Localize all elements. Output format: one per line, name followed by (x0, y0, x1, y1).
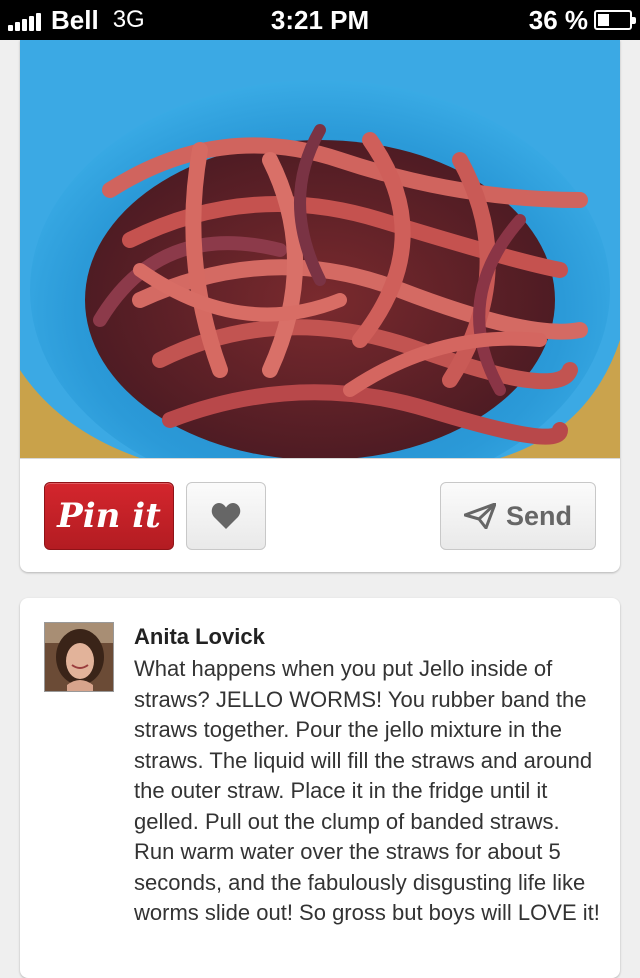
battery-percentage: 36 % (528, 4, 588, 35)
author-name[interactable]: Anita Lovick (134, 624, 265, 650)
pin-card: Pin it Send (20, 40, 620, 572)
description-card: Anita Lovick What happens when you put J… (20, 598, 620, 978)
status-right: 36 % (528, 4, 636, 36)
user-avatar[interactable] (44, 622, 114, 692)
pin-image[interactable] (20, 40, 620, 458)
jello-worms-photo (20, 40, 620, 458)
card-divider (20, 458, 620, 459)
like-button[interactable] (186, 482, 266, 550)
send-label: Send (505, 500, 572, 531)
battery-icon (594, 10, 636, 30)
paper-plane-icon (463, 503, 496, 529)
status-bar: Bell 3G 3:21 PM 36 % (0, 0, 640, 40)
battery-fill (598, 14, 609, 26)
pin-it-button[interactable]: Pin it (44, 482, 174, 550)
send-button[interactable]: Send (440, 482, 596, 550)
pin-it-label: Pin it (57, 496, 161, 536)
heart-icon (211, 503, 241, 529)
pin-description: What happens when you put Jello inside o… (134, 656, 600, 925)
